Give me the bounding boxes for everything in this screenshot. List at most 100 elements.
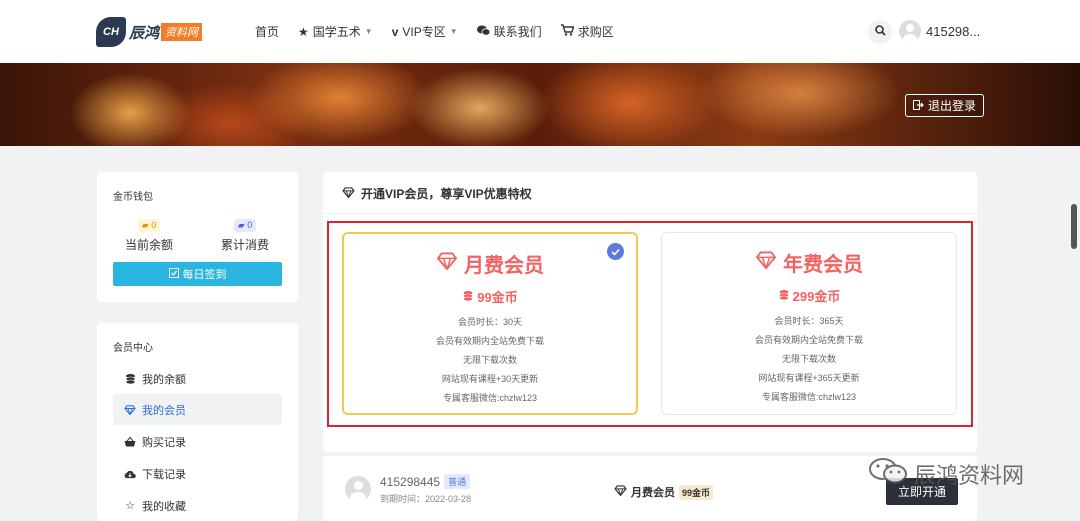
coins-icon xyxy=(462,289,474,304)
balance-stat: ▰ 0 当前余额 xyxy=(121,217,177,253)
member-center-card: 会员中心 我的余额 我的会员 购买记录 下载记录 ☆ 我的收藏 xyxy=(97,323,298,521)
avatar xyxy=(899,20,921,42)
nav-vip[interactable]: v VIP专区 ▼ xyxy=(392,23,458,40)
plan-card-monthly[interactable]: 月费会员 99金币 会员时长：30天 会员有效期内全站免费下载 无限下载次数 网… xyxy=(342,232,638,415)
cloud-download-icon xyxy=(124,469,136,479)
plan-feature: 会员有效期内全站免费下载 xyxy=(754,335,863,345)
top-navbar: CH 辰鸿 资料网 首页 ★ 国学五术 ▼ v VIP专区 ▼ 联系我们 求购区 xyxy=(0,0,1080,63)
logout-button[interactable]: 退出登录 xyxy=(905,94,985,117)
plan-feature: 无限下载次数 xyxy=(781,354,836,364)
diamond-icon xyxy=(436,252,458,276)
coins-icon xyxy=(778,288,790,303)
cart-icon xyxy=(560,24,575,39)
daily-checkin-button[interactable]: 每日签到 xyxy=(113,262,282,286)
logo-tag: 资料网 xyxy=(161,23,203,41)
logo-text: 辰鸿 xyxy=(129,24,160,42)
wechat-icon xyxy=(476,25,491,39)
selected-plan: 月费会员 99金币 xyxy=(614,484,714,500)
nav-label: 首页 xyxy=(255,25,280,39)
plan-feature: 会员时长：365天 xyxy=(774,316,844,326)
sidebar-item-label: 下载记录 xyxy=(142,468,186,481)
balance-label: 当前余额 xyxy=(124,238,173,252)
main-nav: 首页 ★ 国学五术 ▼ v VIP专区 ▼ 联系我们 求购区 xyxy=(255,0,614,63)
watermark-text: 辰鸿资料网 xyxy=(914,464,1025,489)
plan-feature: 会员有效期内全站免费下载 xyxy=(435,336,544,346)
plan-feature: 网站现有课程+30天更新 xyxy=(441,374,539,384)
level-badge: 普通 xyxy=(444,474,471,489)
logo-badge: CH xyxy=(96,17,126,47)
plan-feature: 网站现有课程+365天更新 xyxy=(758,373,860,383)
spent-label: 累计消费 xyxy=(220,238,269,252)
nav-guoxue[interactable]: ★ 国学五术 ▼ xyxy=(298,23,373,40)
plan-name: 月费会员 xyxy=(344,249,636,278)
plan-features: 会员时长：30天 会员有效期内全站免费下载 无限下载次数 网站现有课程+30天更… xyxy=(344,313,636,408)
search-icon xyxy=(874,25,886,39)
coins-icon: ▰ xyxy=(237,220,245,230)
wallet-title: 金币钱包 xyxy=(113,192,153,203)
chevron-down-icon: ▼ xyxy=(449,27,458,36)
diamond-icon xyxy=(614,485,627,499)
plan-price: 99金币 xyxy=(344,287,636,306)
check-icon xyxy=(607,243,624,260)
member-center-title: 会员中心 xyxy=(113,343,153,354)
avatar xyxy=(345,476,371,502)
plan-name: 年费会员 xyxy=(662,248,956,277)
logout-label: 退出登录 xyxy=(928,99,977,113)
sidebar-item-favorites[interactable]: ☆ 我的收藏 xyxy=(113,490,282,521)
plan-feature: 专属客服微信:chzlw123 xyxy=(442,393,538,403)
plan-feature: 无限下载次数 xyxy=(462,355,517,365)
user-menu[interactable]: 415298... xyxy=(899,20,980,42)
vip-heading: 开通VIP会员，尊享VIP优惠特权 xyxy=(342,185,532,202)
spent-stat: ▰ 0 累计消费 xyxy=(217,217,273,253)
sidebar-item-label: 我的余额 xyxy=(142,373,186,386)
nav-label: 国学五术 xyxy=(312,25,361,39)
nav-contact[interactable]: 联系我们 xyxy=(476,23,542,40)
search-button[interactable] xyxy=(868,20,892,44)
selected-plan-name: 月费会员 xyxy=(631,487,675,499)
diamond-icon xyxy=(124,404,136,415)
star-outline-icon: ☆ xyxy=(125,500,135,512)
wechat-watermark: 辰鸿资料网 xyxy=(868,457,1024,491)
chevron-down-icon: ▼ xyxy=(364,27,373,36)
nav-label: 联系我们 xyxy=(493,25,542,39)
username: 415298445 xyxy=(380,474,441,489)
sidebar-item-label: 我的会员 xyxy=(142,404,186,417)
nav-label: 求购区 xyxy=(577,25,614,39)
sidebar-item-membership[interactable]: 我的会员 xyxy=(113,394,282,425)
divider xyxy=(323,213,977,214)
nav-label: VIP专区 xyxy=(402,25,446,39)
coins-icon xyxy=(124,373,136,384)
logout-icon xyxy=(913,99,924,113)
sidebar-item-label: 我的收藏 xyxy=(142,500,186,513)
sidebar-item-purchases[interactable]: 购买记录 xyxy=(113,426,282,457)
checkin-label: 每日签到 xyxy=(182,269,227,281)
site-logo[interactable]: CH 辰鸿 资料网 xyxy=(96,17,203,47)
sidebar-item-label: 购买记录 xyxy=(142,436,186,449)
plan-feature: 会员时长：30天 xyxy=(457,317,522,327)
nav-home[interactable]: 首页 xyxy=(255,23,279,40)
plan-features: 会员时长：365天 会员有效期内全站免费下载 无限下载次数 网站现有课程+365… xyxy=(662,312,956,407)
plan-card-yearly[interactable]: 年费会员 299金币 会员时长：365天 会员有效期内全站免费下载 无限下载次数… xyxy=(661,232,957,415)
sidebar-item-balance[interactable]: 我的余额 xyxy=(113,363,282,394)
nav-buy-request[interactable]: 求购区 xyxy=(560,23,614,40)
vip-icon: v xyxy=(391,24,399,39)
plan-price: 299金币 xyxy=(662,286,956,305)
wechat-icon xyxy=(868,457,908,491)
expire-date: 到期时间：2022-03-28 xyxy=(380,494,472,504)
scrollbar-thumb[interactable] xyxy=(1071,204,1077,249)
username: 415298... xyxy=(926,23,981,39)
subscription-user: 415298445 普通 xyxy=(380,474,471,489)
spent-badge: ▰ 0 xyxy=(233,219,257,232)
basket-icon xyxy=(124,436,136,447)
star-icon: ★ xyxy=(298,24,309,39)
selected-plan-price: 99金币 xyxy=(679,484,714,500)
coin-wallet-card: 金币钱包 ▰ 0 当前余额 ▰ 0 累计消费 每日签到 xyxy=(97,172,298,302)
plan-feature: 专属客服微信:chzlw123 xyxy=(761,392,857,402)
balance-badge: ▰ 0 xyxy=(137,219,161,232)
sidebar-item-downloads[interactable]: 下载记录 xyxy=(113,458,282,489)
diamond-icon xyxy=(342,186,355,201)
coins-icon: ▰ xyxy=(141,220,149,230)
diamond-icon xyxy=(755,251,777,275)
vip-heading-text: 开通VIP会员，尊享VIP优惠特权 xyxy=(361,187,532,201)
checkbox-icon xyxy=(168,267,179,281)
